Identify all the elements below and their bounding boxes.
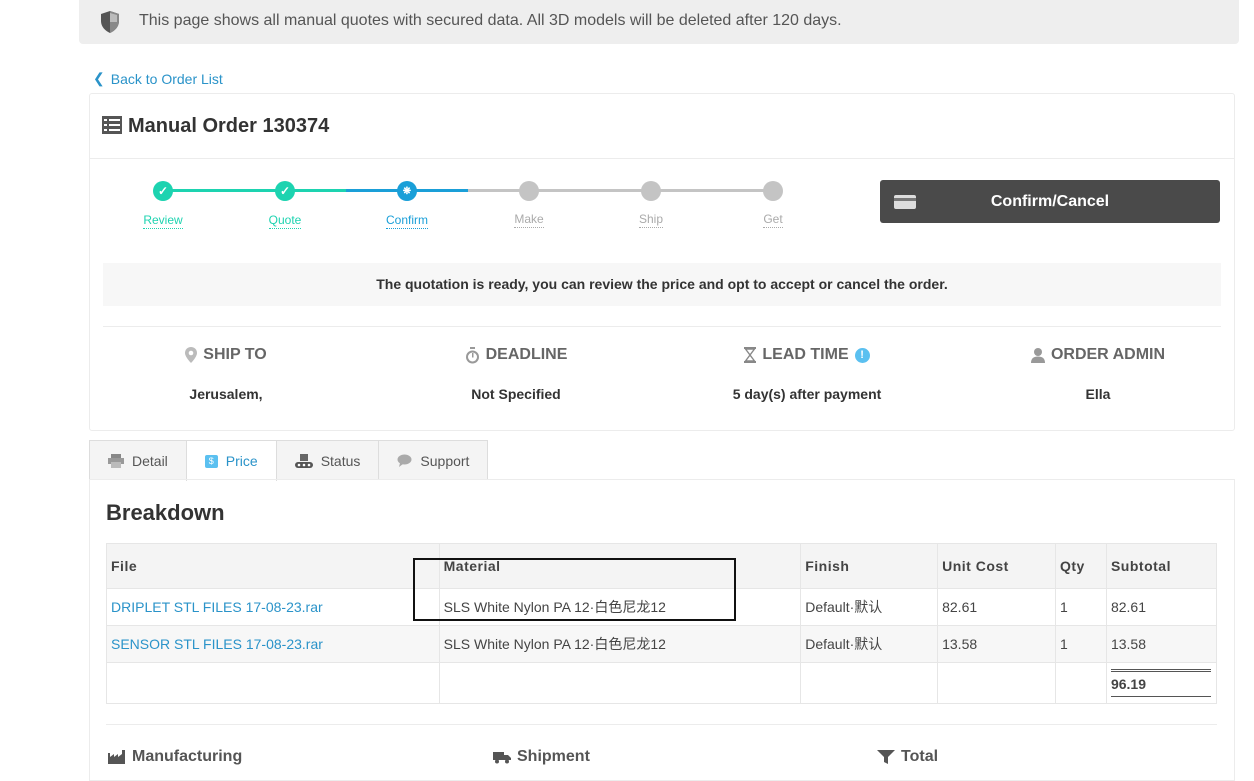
material-cell: SLS White Nylon PA 12·白色尼龙12 [438, 625, 802, 663]
unit-cost-cell: 82.61 [937, 588, 1056, 626]
ship-to-info: SHIP TO Jerusalem, [101, 346, 351, 402]
confirm-cancel-label: Confirm/Cancel [990, 193, 1110, 210]
lead-time-info: LEAD TIME ! 5 day(s) after payment [682, 346, 932, 402]
tab-status-label: Status [320, 452, 361, 469]
order-header: Manual Order 130374 [90, 94, 1234, 159]
step-label-make: Make [514, 212, 544, 228]
column-header: Finish [800, 543, 939, 589]
deadline-info: DEADLINE Not Specified [391, 346, 641, 402]
deadline-label: DEADLINE [485, 346, 568, 363]
printer-icon [108, 453, 124, 468]
step-make-dot [519, 181, 539, 201]
column-header: Material [438, 543, 802, 589]
tab-price[interactable]: $ Price [185, 440, 277, 481]
manufacturing-heading: Manufacturing [108, 748, 242, 766]
step-confirm-spinner-icon: ❋ [397, 181, 417, 201]
dollar-icon: $ [204, 454, 218, 468]
total-value: 96.19 [1110, 669, 1211, 697]
lead-time-label: LEAD TIME [762, 346, 849, 363]
chat-icon [397, 454, 412, 467]
finish-cell: Default·默认 [800, 588, 939, 626]
subtotal-cell: 13.58 [1105, 625, 1218, 663]
subtotal-cell: 82.61 [1105, 588, 1218, 626]
table-header-row: File Material Finish Unit Cost Qty Subto… [106, 543, 1218, 589]
breakdown-table: File Material Finish Unit Cost Qty Subto… [106, 543, 1218, 704]
step-review-check-icon: ✓ [153, 181, 173, 201]
shipment-heading: Shipment [493, 748, 590, 766]
info-icon[interactable]: ! [854, 347, 870, 363]
step-label-ship: Ship [638, 212, 664, 228]
divider [103, 326, 1221, 327]
chevron-left-icon: ❮ [93, 70, 105, 86]
tab-support[interactable]: Support [378, 440, 489, 480]
user-icon [1030, 348, 1045, 363]
step-label-review[interactable]: Review [123, 213, 203, 229]
divider [106, 724, 1217, 725]
hourglass-icon [744, 347, 757, 363]
list-icon [102, 116, 122, 134]
deadline-value: Not Specified [471, 386, 561, 402]
order-admin-info: ORDER ADMIN Ella [973, 346, 1223, 402]
column-header: Qty [1055, 543, 1107, 589]
step-quote-check-icon: ✓ [275, 181, 295, 201]
column-header: Unit Cost [937, 543, 1056, 589]
table-row: SENSOR STL FILES 17-08-23.rar SLS White … [106, 625, 1218, 663]
total-label: Total [901, 748, 939, 765]
step-label-quote[interactable]: Quote [245, 213, 325, 229]
order-admin-value: Ella [1085, 386, 1111, 402]
ship-to-label: SHIP TO [203, 346, 267, 363]
page-title: Manual Order 130374 [128, 115, 330, 137]
finish-cell: Default·默认 [800, 625, 939, 663]
ship-to-value: Jerusalem, [189, 386, 263, 402]
factory-icon [108, 750, 125, 764]
stopwatch-icon [465, 346, 479, 363]
qty-cell: 1 [1055, 588, 1107, 626]
progress-line-pending [468, 189, 773, 192]
price-panel: Breakdown File Material Finish Unit Cost… [89, 479, 1235, 781]
confirm-cancel-button[interactable]: Confirm/Cancel [880, 180, 1220, 223]
tab-price-label: Price [225, 453, 258, 469]
tab-detail[interactable]: Detail [89, 440, 187, 480]
map-pin-icon [185, 347, 198, 363]
conveyor-icon [294, 453, 313, 468]
funnel-icon [877, 750, 895, 764]
truck-icon [493, 752, 511, 764]
lead-time-value: 5 day(s) after payment [732, 386, 882, 402]
order-card: Manual Order 130374 ✓ ✓ ❋ Review Quote C… [89, 93, 1235, 431]
file-link[interactable]: DRIPLET STL FILES 17-08-23.rar [111, 599, 323, 615]
shipment-label: Shipment [517, 748, 590, 765]
step-ship-dot [641, 181, 661, 201]
shield-icon [101, 11, 119, 33]
back-to-order-list-link[interactable]: ❮ Back to Order List [93, 70, 223, 87]
back-link-label: Back to Order List [110, 70, 223, 87]
manufacturing-label: Manufacturing [132, 748, 243, 765]
total-heading: Total [877, 748, 938, 766]
breakdown-title: Breakdown [106, 500, 225, 525]
order-tabs: Detail $ Price Status Support [89, 440, 489, 481]
column-header: Subtotal [1105, 543, 1218, 589]
table-row: DRIPLET STL FILES 17-08-23.rar SLS White… [106, 588, 1218, 626]
security-banner: This page shows all manual quotes with s… [79, 0, 1239, 44]
order-admin-label: ORDER ADMIN [1050, 346, 1166, 363]
qty-cell: 1 [1055, 625, 1107, 663]
tab-support-label: Support [420, 452, 470, 469]
tab-detail-label: Detail [132, 452, 168, 469]
banner-text: This page shows all manual quotes with s… [139, 12, 842, 29]
step-get-dot [763, 181, 783, 201]
quotation-notice: The quotation is ready, you can review t… [103, 263, 1221, 306]
material-cell: SLS White Nylon PA 12·白色尼龙12 [438, 588, 802, 626]
step-label-confirm[interactable]: Confirm [367, 213, 447, 229]
unit-cost-cell: 13.58 [937, 625, 1056, 663]
column-header: File [106, 543, 440, 589]
tab-status[interactable]: Status [275, 440, 380, 480]
total-row: 96.19 [106, 662, 1218, 704]
step-label-get: Get [763, 212, 783, 228]
file-link[interactable]: SENSOR STL FILES 17-08-23.rar [111, 636, 323, 652]
